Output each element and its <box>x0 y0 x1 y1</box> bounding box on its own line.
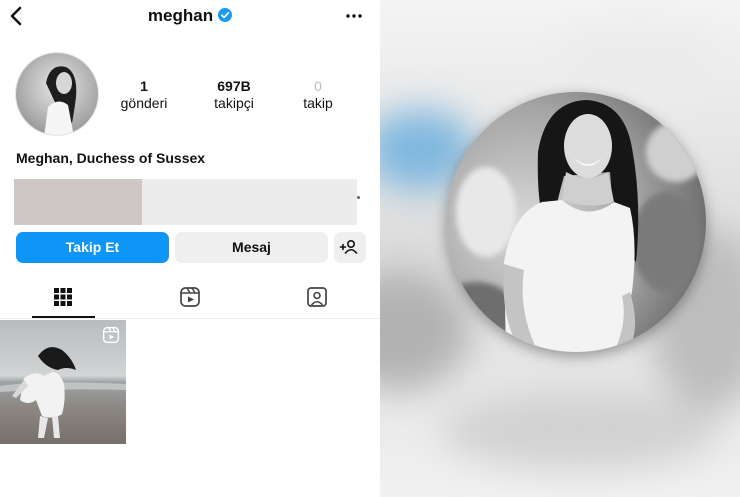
profile-avatar[interactable] <box>15 52 99 136</box>
top-bar: meghan <box>0 0 380 34</box>
posts-count-stat: 1 gönderi <box>104 78 184 112</box>
profile-screen: meghan 1 gönderi 697B takipçi 0 takip Me… <box>0 0 380 497</box>
message-button[interactable]: Mesaj <box>175 232 328 263</box>
suggest-users-button[interactable] <box>334 232 366 263</box>
following-label: takip <box>303 95 333 111</box>
profile-full-name: Meghan, Duchess of Sussex <box>16 150 206 166</box>
followers-count: 697B <box>217 78 251 94</box>
tab-reels[interactable] <box>127 282 253 318</box>
large-profile-photo <box>446 92 706 352</box>
followers-stat[interactable]: 697B takipçi <box>194 78 274 112</box>
more-options-button[interactable] <box>341 6 367 26</box>
posts-label: gönderi <box>120 95 168 111</box>
tabs-divider <box>0 318 380 319</box>
username: meghan <box>147 6 214 25</box>
bio-marker <box>357 196 360 199</box>
profile-tabs <box>0 282 380 318</box>
following-stat[interactable]: 0 takip <box>278 78 358 112</box>
add-person-icon <box>339 240 358 254</box>
bio-redacted <box>14 179 357 225</box>
reels-icon <box>180 287 200 307</box>
tab-posts-grid[interactable] <box>0 282 126 318</box>
enlarged-photo-panel <box>380 0 740 497</box>
tagged-person-icon <box>307 287 327 307</box>
more-horizontal-icon <box>346 14 362 18</box>
grid-icon <box>54 288 72 306</box>
posts-count: 1 <box>140 78 148 94</box>
post-thumbnail[interactable] <box>0 320 126 444</box>
following-count: 0 <box>314 78 322 94</box>
verified-badge-icon <box>218 8 233 22</box>
username-header: meghan <box>0 6 380 26</box>
tab-tagged[interactable] <box>254 282 380 318</box>
follow-button[interactable]: Takip Et <box>16 232 169 263</box>
redacted-area <box>14 179 142 225</box>
followers-label: takipçi <box>214 95 254 111</box>
reels-icon <box>102 326 120 344</box>
